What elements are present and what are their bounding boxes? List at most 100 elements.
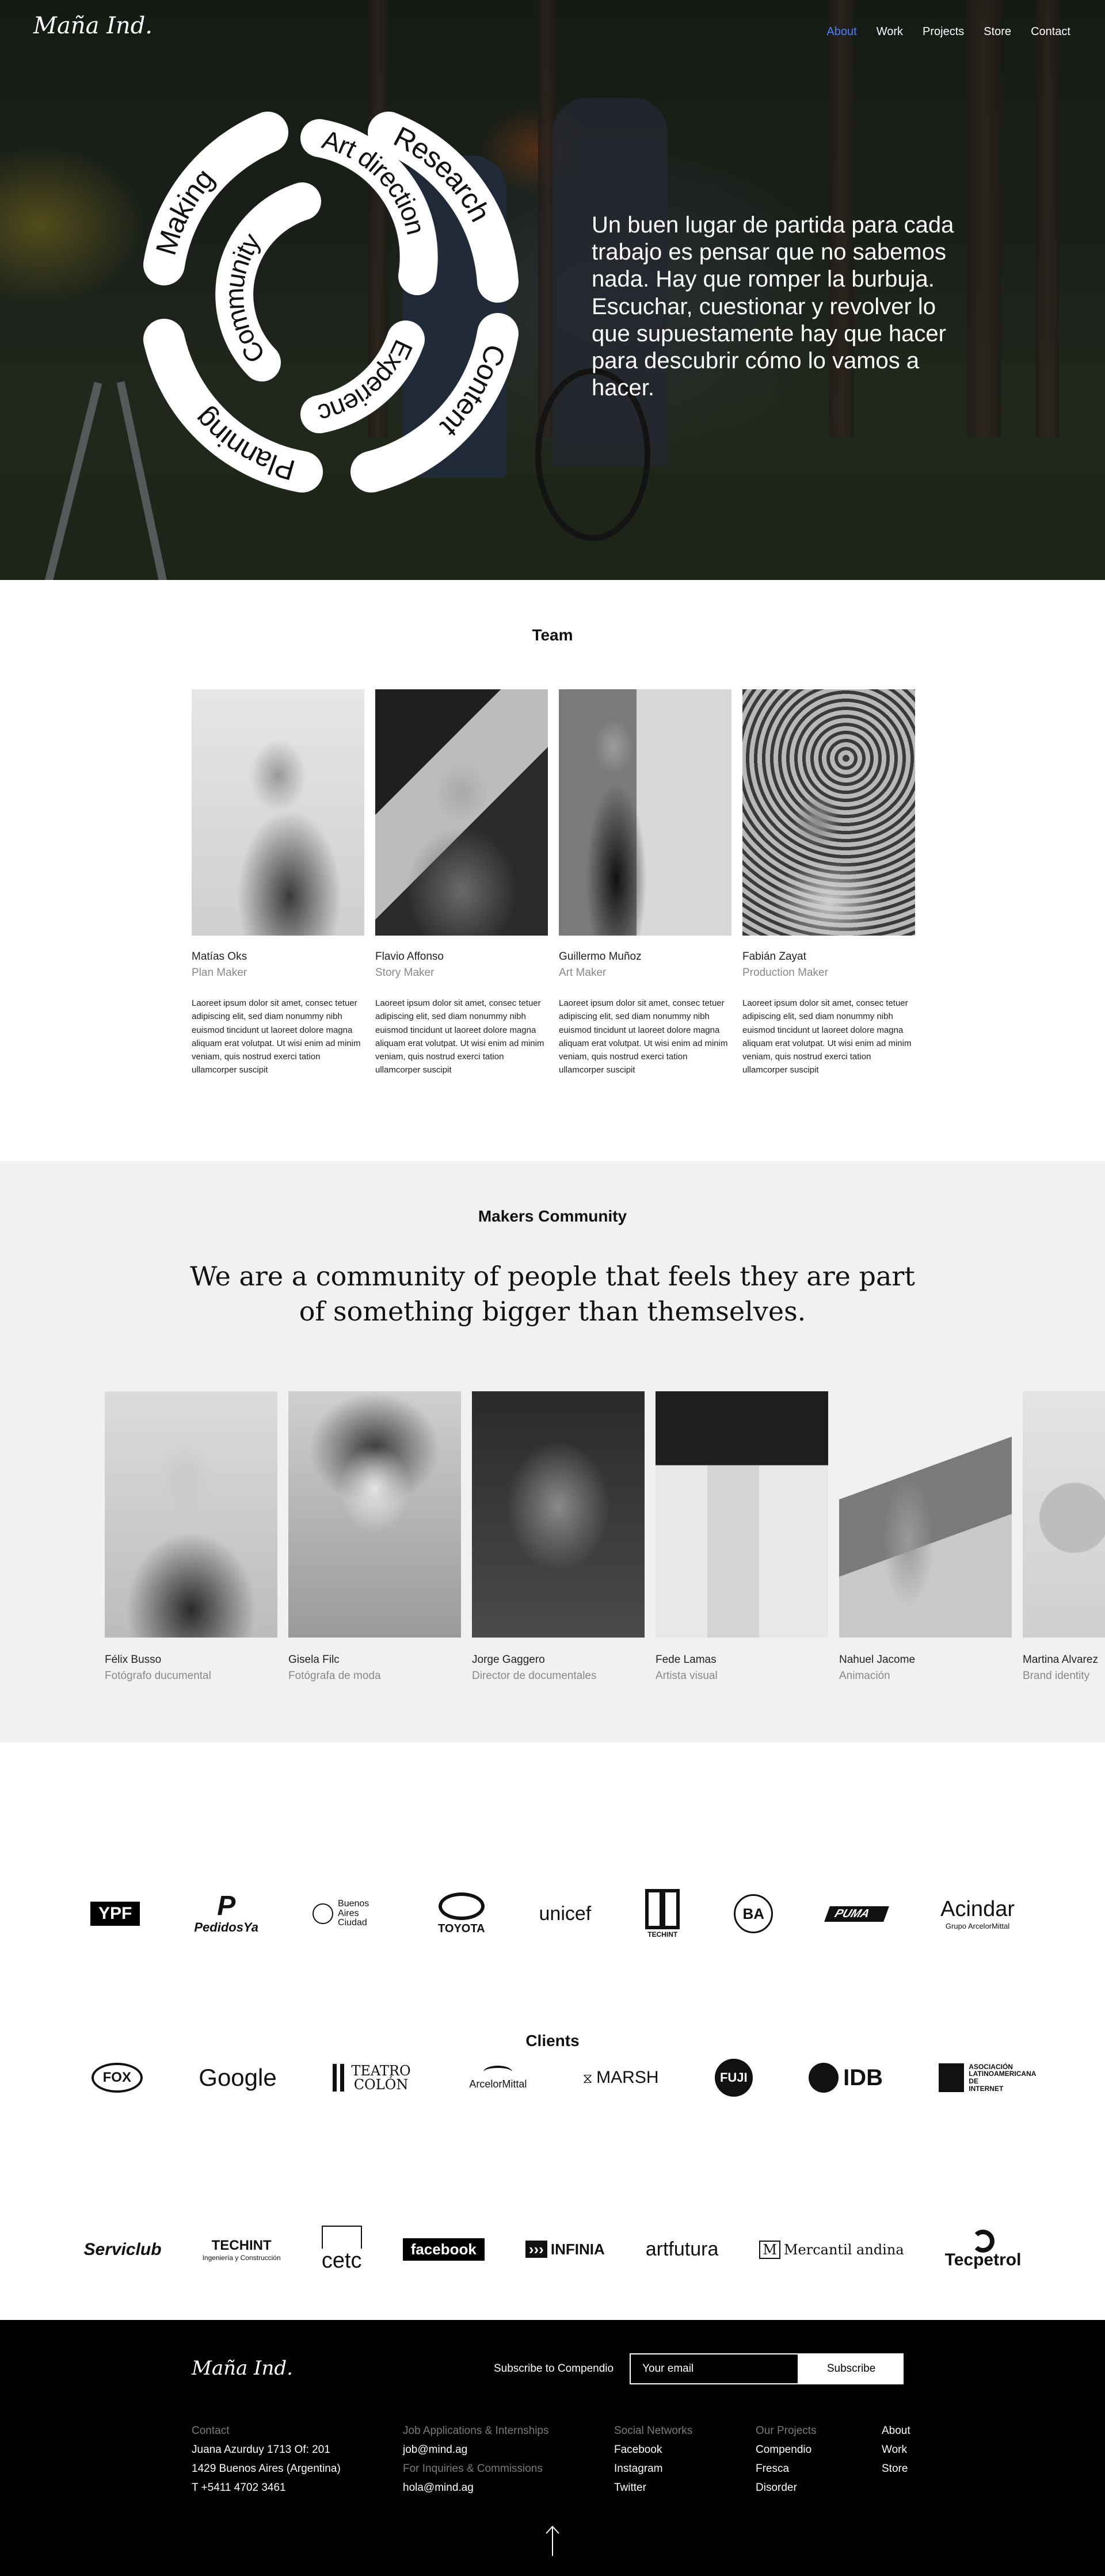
client-logo-serviclub: Serviclub xyxy=(83,2239,162,2259)
maker-role: Fotógrafa de moda xyxy=(288,1670,381,1682)
subscribe-button[interactable]: Subscribe xyxy=(799,2353,904,2384)
team-member-name: Matías Oks xyxy=(192,951,247,963)
email-input[interactable] xyxy=(630,2353,799,2384)
client-logo-buenos-aires: Buenos Aires Ciudad xyxy=(313,1899,384,1928)
nav-link-about[interactable]: About xyxy=(826,25,856,39)
client-logo-toyota: TOYOTA xyxy=(438,1892,485,1936)
team-card[interactable]: Flavio Affonso Story Maker Laoreet ipsum… xyxy=(375,689,548,1077)
nav-link-contact[interactable]: Contact xyxy=(1031,25,1070,39)
community-quote-line: of something bigger than themselves. xyxy=(299,1295,806,1327)
team-card[interactable]: Guillermo Muñoz Art Maker Laoreet ipsum … xyxy=(559,689,731,1077)
client-logo-fox: FOX xyxy=(91,2063,143,2093)
maker-card[interactable]: Jorge Gaggero Director de documentales xyxy=(472,1391,645,1682)
maker-name: Félix Busso xyxy=(105,1654,162,1666)
footer-link-fresca[interactable]: Fresca xyxy=(756,2459,817,2478)
footer-link-twitter[interactable]: Twitter xyxy=(614,2478,692,2497)
client-logo-teatro-colon: TEATRO COLÓN xyxy=(333,2064,413,2092)
team-card[interactable]: Fabián Zayat Production Maker Laoreet ip… xyxy=(742,689,915,1077)
nav-link-work[interactable]: Work xyxy=(877,25,903,39)
community-quote: We are a community of people that feels … xyxy=(0,1259,1105,1329)
maker-photo xyxy=(839,1391,1012,1638)
footer-link-instagram[interactable]: Instagram xyxy=(614,2459,692,2478)
footer-inquiries-email[interactable]: hola@mind.ag xyxy=(403,2478,549,2497)
footer-social-label: Social Networks xyxy=(614,2425,693,2437)
client-logo-mercantil-andina: M Mercantil andina xyxy=(759,2240,904,2259)
maker-photo xyxy=(472,1391,645,1638)
footer-logo[interactable]: Maña Ind. xyxy=(192,2357,293,2380)
maker-photo xyxy=(656,1391,828,1638)
footer-address-line: Juana Azurduy 1713 Of: 201 xyxy=(192,2444,330,2456)
subscribe-label: Subscribe to Compendio xyxy=(494,2363,614,2375)
community-title: Makers Community xyxy=(478,1207,627,1225)
client-logo-unicef: unicef xyxy=(539,1902,592,1925)
team-card[interactable]: Matías Oks Plan Maker Laoreet ipsum dolo… xyxy=(192,689,364,1077)
client-logo-tecpetrol: Tecpetrol xyxy=(945,2229,1021,2270)
maker-name: Gisela Filc xyxy=(288,1654,340,1666)
client-logo-row: FOX Google TEATRO COLÓN ArcelorMittal ⧖ … xyxy=(0,2059,1105,2097)
footer-link-about[interactable]: About xyxy=(882,2421,910,2440)
team-member-name: Guillermo Muñoz xyxy=(559,951,642,963)
hero-statement: Un buen lugar de partida para cada traba… xyxy=(592,212,954,401)
maker-card[interactable]: Gisela Filc Fotógrafa de moda xyxy=(288,1391,461,1682)
site-logo[interactable]: Maña Ind. xyxy=(33,13,153,39)
client-logo-facebook: facebook xyxy=(402,2238,485,2261)
back-to-top-arrow-icon[interactable] xyxy=(544,2525,561,2557)
client-logo-infinia: ››› INFINIA xyxy=(525,2241,605,2258)
team-member-bio: Laoreet ipsum dolor sit amet, consec tet… xyxy=(742,998,912,1075)
maker-card[interactable]: Fede Lamas Artista visual xyxy=(656,1391,828,1682)
team-member-role: Plan Maker xyxy=(192,967,247,979)
community-quote-line: We are a community of people that feels … xyxy=(190,1261,915,1292)
client-logo-row: YPF P PedidosYa Buenos Aires Ciudad TOYOT… xyxy=(0,1889,1105,1938)
footer-jobs-email[interactable]: job@mind.ag xyxy=(403,2440,549,2459)
client-logo-techint-ic: TECHINT Ingeniería y Construcción xyxy=(202,2237,281,2262)
maker-name: Martina Alvarez xyxy=(1023,1654,1098,1666)
team-member-role: Story Maker xyxy=(375,967,435,979)
footer-jobs-label: Job Applications & Internships xyxy=(403,2425,549,2437)
team-member-photo xyxy=(742,689,915,936)
team-member-bio: Laoreet ipsum dolor sit amet, consec tet… xyxy=(375,998,544,1075)
maker-role: Director de documentales xyxy=(472,1670,597,1682)
maker-card[interactable]: Nahuel Jacome Animación xyxy=(839,1391,1012,1682)
maker-role: Artista visual xyxy=(656,1670,718,1682)
team-member-bio: Laoreet ipsum dolor sit amet, consec tet… xyxy=(192,998,361,1075)
client-logo-fuji: FUJI xyxy=(714,2059,753,2097)
team-member-photo xyxy=(559,689,731,936)
footer-site-links-column: About Work Store xyxy=(882,2421,910,2478)
team-member-name: Flavio Affonso xyxy=(375,951,444,963)
footer-link-facebook[interactable]: Facebook xyxy=(614,2440,692,2459)
footer-contact-label: Contact xyxy=(192,2425,230,2437)
client-logo-ba: BA xyxy=(734,1894,774,1933)
footer-link-work[interactable]: Work xyxy=(882,2440,910,2459)
client-logo-pedidosya: P PedidosYa xyxy=(194,1891,259,1935)
client-logo-ypf: YPF xyxy=(90,1902,140,1926)
team-member-role: Production Maker xyxy=(742,967,828,979)
nav-link-store[interactable]: Store xyxy=(984,25,1011,39)
footer-link-disorder[interactable]: Disorder xyxy=(756,2478,817,2497)
team-member-photo xyxy=(192,689,364,936)
team-member-name: Fabián Zayat xyxy=(742,951,806,963)
maker-name: Fede Lamas xyxy=(656,1654,717,1666)
maker-card[interactable]: Martina Alvarez Brand identity xyxy=(1023,1391,1105,1682)
team-grid: Matías Oks Plan Maker Laoreet ipsum dolo… xyxy=(192,689,915,1077)
client-logo-marsh: ⧖ MARSH xyxy=(582,2068,659,2087)
process-circle-graphic: Making Research Content Planning Art dir… xyxy=(129,92,519,493)
client-logo-row: Serviclub TECHINT Ingeniería y Construcci… xyxy=(0,2226,1105,2273)
client-logo-google: Google xyxy=(199,2064,277,2091)
maker-role: Animación xyxy=(839,1670,890,1682)
team-member-photo xyxy=(375,689,548,936)
makers-carousel[interactable]: Félix Busso Fotógrafo ducumental Gisela … xyxy=(105,1391,1105,1682)
maker-name: Jorge Gaggero xyxy=(472,1654,545,1666)
maker-role: Brand identity xyxy=(1023,1670,1090,1682)
footer-contact-column: Contact Juana Azurduy 1713 Of: 201 1429 … xyxy=(192,2421,341,2497)
footer-link-store[interactable]: Store xyxy=(882,2459,910,2478)
maker-card[interactable]: Félix Busso Fotógrafo ducumental xyxy=(105,1391,277,1682)
maker-photo xyxy=(105,1391,277,1638)
nav-link-projects[interactable]: Projects xyxy=(923,25,964,39)
maker-photo xyxy=(288,1391,461,1638)
maker-name: Nahuel Jacome xyxy=(839,1654,916,1666)
client-logo-arcelormittal: ArcelorMittal xyxy=(469,2065,527,2090)
client-logo-acindar: Acindar Grupo ArcelorMittal xyxy=(940,1897,1015,1930)
maker-role: Fotógrafo ducumental xyxy=(105,1670,211,1682)
footer-link-compendio[interactable]: Compendio xyxy=(756,2440,817,2459)
community-section: Makers Community We are a community of p… xyxy=(0,1161,1105,1742)
